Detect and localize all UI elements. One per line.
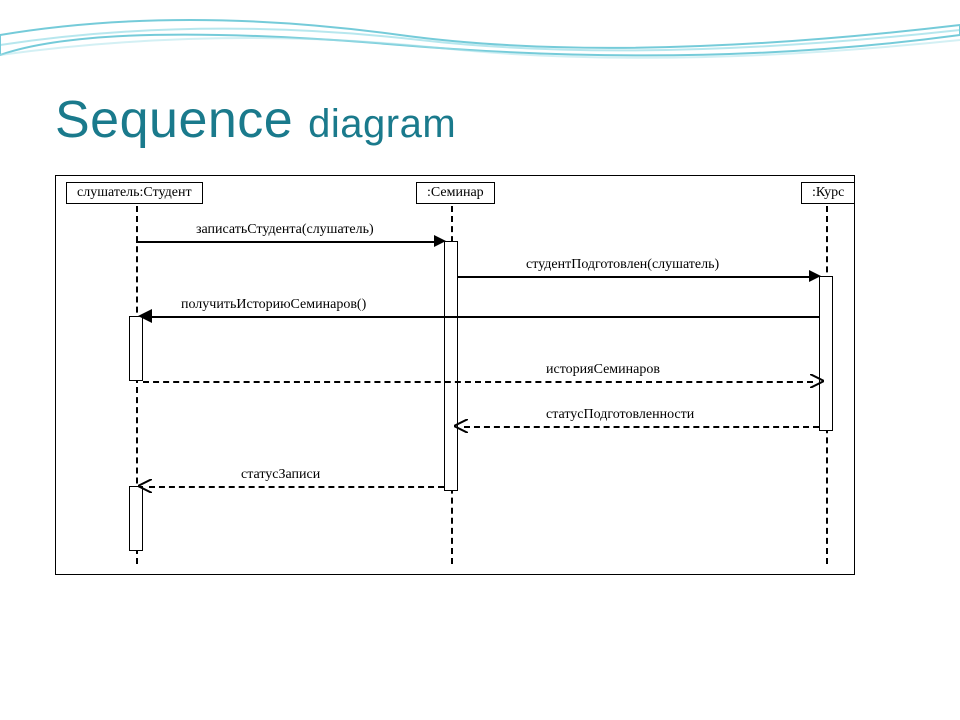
arrow-m3-head [138, 309, 152, 323]
arrow-m2-head [809, 270, 821, 282]
slide-title: Sequence diagram [55, 90, 456, 150]
arrow-m5-line [464, 426, 819, 428]
activation-student-1 [129, 316, 143, 381]
participant-seminar: :Семинар [416, 182, 495, 204]
arrow-m4-line [143, 381, 813, 383]
arrow-m6-head [138, 479, 152, 493]
participant-student: слушатель:Студент [66, 182, 203, 204]
label-m5: статусПодготовленности [546, 407, 694, 423]
arrow-m4-head [810, 374, 824, 388]
activation-course [819, 276, 833, 431]
label-m3: получитьИсториюСеминаров() [181, 297, 366, 313]
sequence-diagram: слушатель:Студент :Семинар :Курс записат… [55, 175, 855, 575]
participant-student-label: слушатель:Студент [77, 185, 192, 200]
activation-student-2 [129, 486, 143, 551]
title-word-2: diagram [308, 102, 456, 146]
wave-decoration [0, 0, 960, 90]
arrow-m1-line [136, 241, 436, 243]
activation-seminar [444, 241, 458, 491]
label-m1: записатьСтудента(слушатель) [196, 222, 374, 238]
arrow-m3-line [149, 316, 819, 318]
participant-course: :Курс [801, 182, 855, 204]
participant-course-label: :Курс [812, 185, 844, 200]
arrow-m2-line [458, 276, 813, 278]
participant-seminar-label: :Семинар [427, 185, 484, 200]
arrow-m5-head [454, 419, 468, 433]
label-m2: студентПодготовлен(слушатель) [526, 257, 719, 273]
label-m6: статусЗаписи [241, 467, 320, 483]
label-m4: историяСеминаров [546, 362, 660, 378]
arrow-m1-head [434, 235, 446, 247]
arrow-m6-line [149, 486, 444, 488]
title-word-1: Sequence [55, 91, 293, 149]
